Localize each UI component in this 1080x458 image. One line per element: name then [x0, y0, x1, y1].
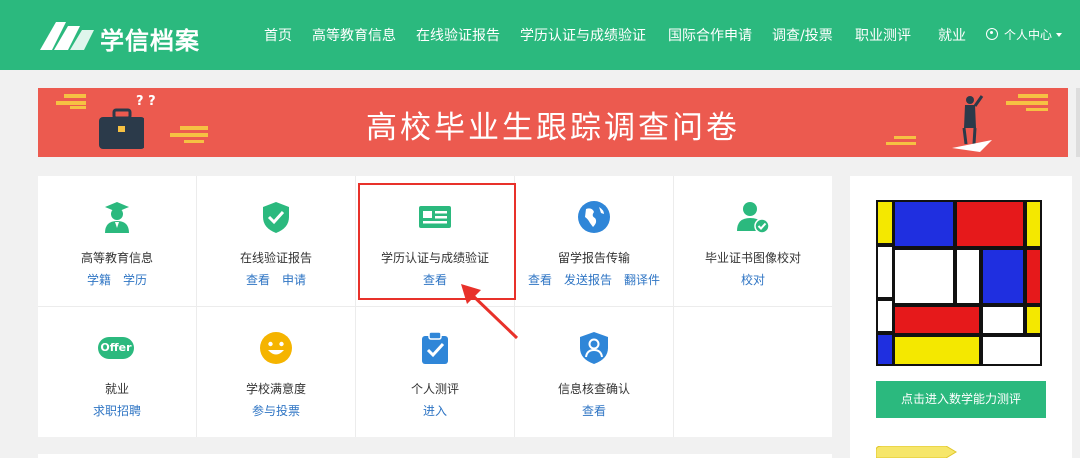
clipboard-check-icon: [422, 331, 448, 364]
service-label: 学校满意度: [245, 382, 306, 396]
service-higher-education-info[interactable]: 高等教育信息 学籍 学历: [38, 176, 196, 306]
service-diploma-image-check[interactable]: 毕业证书图像校对 校对: [674, 176, 832, 306]
user-icon: [986, 28, 998, 40]
cloud-icon: [1006, 94, 1048, 111]
offer-icon: Offer: [98, 337, 134, 359]
link-enter[interactable]: 进入: [423, 404, 447, 418]
link-view[interactable]: 查看: [528, 273, 552, 287]
graduate-icon: [105, 202, 129, 233]
service-study-abroad-report[interactable]: 留学报告传输 查看 发送报告 翻译件: [515, 176, 673, 306]
link-view[interactable]: 查看: [582, 404, 606, 418]
service-links: 进入: [356, 402, 514, 419]
service-links: 查看 申请: [197, 271, 355, 288]
businessman-icon: [952, 95, 992, 152]
link-vote[interactable]: 参与投票: [252, 404, 300, 418]
math-assessment-button[interactable]: 点击进入数学能力测评: [876, 381, 1046, 418]
link-student-status[interactable]: 学籍: [87, 273, 111, 287]
mondrian-image[interactable]: [876, 200, 1042, 366]
nav-higher-education-info[interactable]: 高等教育信息: [312, 25, 396, 45]
nav-survey-vote[interactable]: 调查/投票: [772, 25, 833, 45]
smiley-icon: [260, 332, 292, 364]
banner-edge: [1076, 88, 1080, 157]
nav-online-verification-report[interactable]: 在线验证报告: [416, 25, 500, 45]
nav-home[interactable]: 首页: [264, 25, 292, 45]
service-label: 信息核查确认: [557, 382, 630, 396]
next-panel-edge: [38, 454, 832, 458]
service-links: 校对: [674, 271, 832, 288]
service-links: 求职招聘: [38, 402, 196, 419]
nav-international-cooperation[interactable]: 国际合作申请: [668, 25, 752, 45]
service-links: 参与投票: [197, 402, 355, 419]
top-header: 学信档案 首页 高等教育信息 在线验证报告 学历认证与成绩验证 国际合作申请 调…: [0, 0, 1080, 70]
link-translation[interactable]: 翻译件: [624, 273, 660, 287]
nav-career-assessment[interactable]: 职业测评: [855, 25, 911, 45]
service-info-verification[interactable]: 信息核查确认 查看: [515, 307, 673, 437]
link-send-report[interactable]: 发送报告: [564, 273, 612, 287]
link-job-search[interactable]: 求职招聘: [93, 404, 141, 418]
service-label: 就业: [104, 382, 129, 396]
arrow-annotation-icon: [461, 284, 519, 340]
link-proofread[interactable]: 校对: [741, 273, 765, 287]
service-school-satisfaction[interactable]: 学校满意度 参与投票: [197, 307, 355, 437]
user-check-icon: [737, 202, 770, 234]
cloud-icon: [886, 136, 916, 145]
service-employment[interactable]: Offer 就业 求职招聘: [38, 307, 196, 437]
nav-degree-certification[interactable]: 学历认证与成绩验证: [520, 25, 646, 45]
service-links: 查看 发送报告 翻译件: [515, 271, 673, 288]
link-degree[interactable]: 学历: [123, 273, 147, 287]
service-label: 留学报告传输: [557, 251, 630, 265]
service-label: 高等教育信息: [80, 251, 153, 265]
chevron-down-icon: [1056, 33, 1063, 37]
link-apply[interactable]: 申请: [282, 273, 306, 287]
logo-icon[interactable]: [38, 18, 94, 52]
service-online-verification-report[interactable]: 在线验证报告 查看 申请: [197, 176, 355, 306]
service-label: 在线验证报告: [239, 251, 312, 265]
user-shield-icon: [580, 332, 608, 364]
service-links: 查看: [515, 402, 673, 419]
logo-text[interactable]: 学信档案: [100, 21, 200, 56]
service-links: 学籍 学历: [38, 271, 196, 288]
nav-employment[interactable]: 就业: [938, 25, 966, 45]
promo-image-icon[interactable]: [876, 446, 986, 458]
globe-icon: [578, 201, 610, 233]
user-center-menu[interactable]: 个人中心: [986, 26, 1063, 43]
user-center-label: 个人中心: [1004, 28, 1053, 42]
link-view[interactable]: 查看: [246, 273, 270, 287]
service-label: 个人测评: [410, 382, 459, 396]
survey-banner[interactable]: ? ? 高校毕业生跟踪调查问卷: [38, 88, 1068, 157]
service-label: 毕业证书图像校对: [704, 251, 801, 265]
shield-check-icon: [263, 202, 289, 233]
